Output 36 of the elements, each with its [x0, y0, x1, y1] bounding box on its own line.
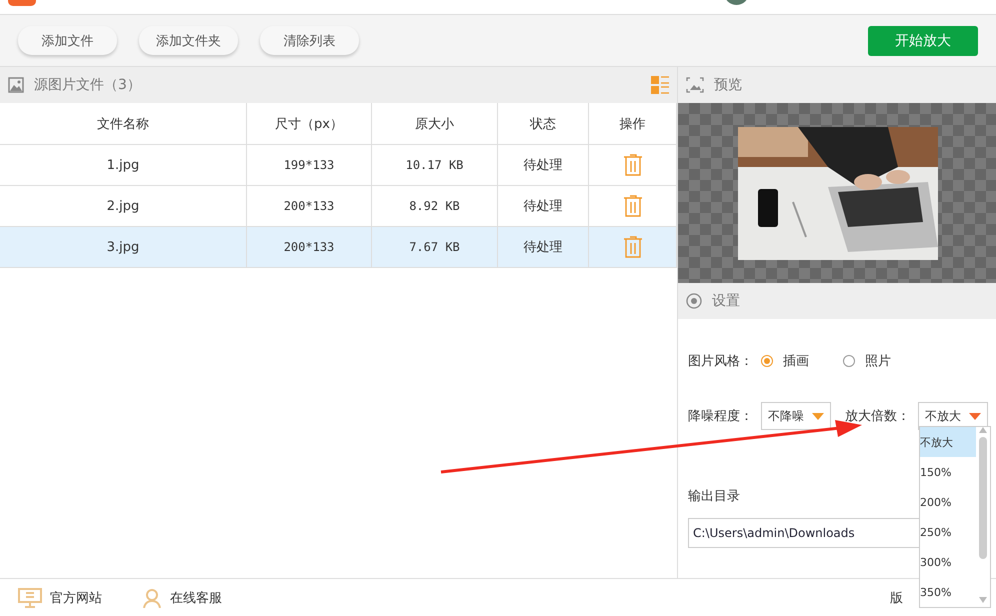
table-cell: 7.67 KB	[372, 227, 498, 268]
image-icon	[8, 77, 24, 93]
denoise-select[interactable]: 不降噪	[761, 402, 831, 430]
output-label: 输出目录	[688, 488, 740, 505]
toolbar-button[interactable]: 清除列表	[260, 26, 359, 55]
toolbar-button[interactable]: 添加文件	[18, 26, 117, 55]
table-row[interactable]: 3.jpg 200*133 7.67 KB 待处理	[0, 227, 677, 268]
panel-title: 源图片文件（3）	[34, 76, 141, 94]
scale-label: 放大倍数：	[845, 408, 910, 425]
table-cell: 3.jpg	[0, 227, 247, 268]
version-text: 版	[890, 590, 903, 606]
list-view-icon[interactable]	[651, 76, 669, 94]
settings-icon	[686, 293, 702, 309]
footer-link[interactable]: 在线客服	[142, 588, 222, 608]
denoise-label: 降噪程度：	[688, 408, 753, 425]
scroll-up-icon[interactable]	[979, 427, 987, 433]
footer-link[interactable]: 官方网站	[18, 588, 102, 608]
delete-icon[interactable]	[622, 236, 642, 258]
table-cell: 200*133	[247, 227, 372, 268]
radio-option[interactable]: 照片	[843, 352, 891, 370]
monitor-icon	[18, 588, 42, 608]
table-row[interactable]: 1.jpg 199*133 10.17 KB 待处理	[0, 145, 677, 186]
panel-title: 设置	[712, 292, 740, 310]
delete-icon[interactable]	[622, 195, 642, 217]
radio-option[interactable]: 插画	[761, 352, 809, 370]
person-icon	[142, 588, 162, 608]
scrollbar-thumb[interactable]	[979, 437, 987, 559]
dropdown-option[interactable]: 不放大	[920, 427, 976, 457]
delete-icon[interactable]	[622, 154, 642, 176]
panel-title: 预览	[714, 76, 742, 94]
style-label: 图片风格：	[688, 353, 753, 370]
image-icon	[686, 77, 704, 93]
table-cell: 待处理	[498, 227, 589, 268]
table-row[interactable]: 2.jpg 200*133 8.92 KB 待处理	[0, 186, 677, 227]
scroll-down-icon[interactable]	[979, 597, 987, 603]
toolbar-button[interactable]: 添加文件夹	[139, 26, 238, 55]
